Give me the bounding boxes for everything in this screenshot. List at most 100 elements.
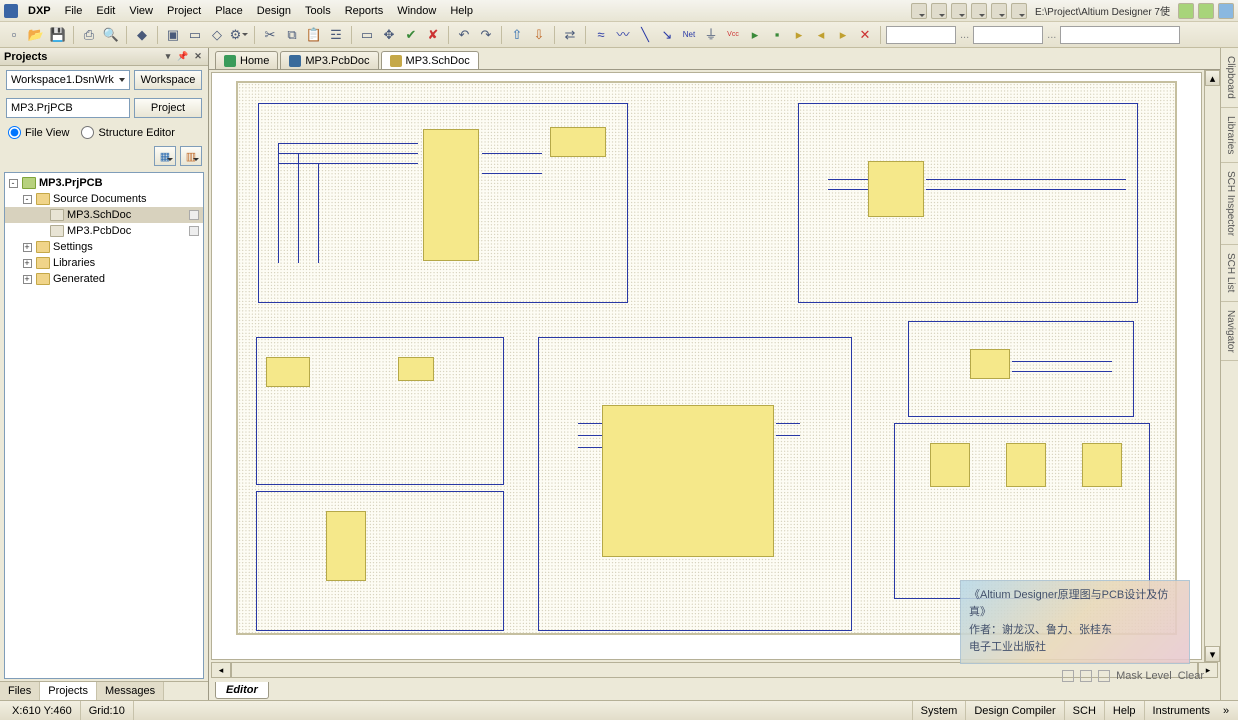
menu-project[interactable]: Project	[161, 3, 207, 19]
panel-tool-opts-icon[interactable]: ▥	[180, 146, 202, 166]
rdock-tab-libraries[interactable]: Libraries	[1221, 108, 1238, 163]
nav-fwd-icon[interactable]	[1198, 3, 1214, 19]
busentry-icon[interactable]: ╲	[635, 25, 655, 45]
menu-edit[interactable]: Edit	[90, 3, 121, 19]
project-button[interactable]: Project	[134, 98, 202, 118]
redo-icon[interactable]: ↷	[476, 25, 496, 45]
hierarchy-up-icon[interactable]: ⇧	[507, 25, 527, 45]
vertical-scrollbar[interactable]: ▴ ▾	[1204, 70, 1220, 662]
hierarchy-down-icon[interactable]: ⇩	[529, 25, 549, 45]
tree-node[interactable]: +Settings	[5, 239, 203, 255]
status-tab-design-compiler[interactable]: Design Compiler	[965, 701, 1063, 720]
noerc-icon[interactable]: ✕	[855, 25, 875, 45]
tree-node[interactable]: -MP3.PrjPCB	[5, 175, 203, 191]
doc-tab-home[interactable]: Home	[215, 51, 278, 69]
workspace-button[interactable]: Workspace	[134, 70, 202, 90]
mask-icon-1[interactable]	[1062, 670, 1074, 682]
new-icon[interactable]: ▫	[4, 25, 24, 45]
menu-file[interactable]: File	[59, 3, 89, 19]
net-icon[interactable]: Net	[679, 25, 699, 45]
print-icon[interactable]: ⎙	[79, 25, 99, 45]
port2-icon[interactable]: ▸	[833, 25, 853, 45]
line-dd-icon[interactable]	[971, 3, 987, 19]
paste-icon[interactable]: 📋	[304, 25, 324, 45]
stamp-icon[interactable]: ☲	[326, 25, 346, 45]
panel-tab-projects[interactable]: Projects	[40, 682, 97, 701]
workspace-combo[interactable]: Workspace1.DsnWrk	[6, 70, 130, 90]
mask-icon-2[interactable]	[1080, 670, 1092, 682]
preview-icon[interactable]: 🔍	[101, 25, 121, 45]
menu-place[interactable]: Place	[209, 3, 249, 19]
jump-input[interactable]	[973, 26, 1043, 44]
zoom-sel-icon[interactable]: ◇	[207, 25, 227, 45]
status-tab-sch[interactable]: SCH	[1064, 701, 1104, 720]
compile-icon[interactable]: ◆	[132, 25, 152, 45]
copy-icon[interactable]: ⧉	[282, 25, 302, 45]
grid-dd-icon[interactable]	[1011, 3, 1027, 19]
sheet-icon[interactable]: ▪	[767, 25, 787, 45]
wire-icon[interactable]: ≈	[591, 25, 611, 45]
menu-dxp[interactable]: DXP	[22, 3, 57, 19]
tree-node[interactable]: MP3.PcbDoc	[5, 223, 203, 239]
port-icon[interactable]: ◂	[811, 25, 831, 45]
rdock-tab-sch-list[interactable]: SCH List	[1221, 245, 1238, 301]
mask-icon-3[interactable]	[1098, 670, 1110, 682]
status-more-icon[interactable]: »	[1218, 705, 1234, 717]
panel-menu-icon[interactable]: ▾	[162, 51, 174, 63]
doc-tab-mp3-schdoc[interactable]: MP3.SchDoc	[381, 51, 479, 69]
schematic-sheet[interactable]	[236, 81, 1177, 635]
rdock-tab-sch-inspector[interactable]: SCH Inspector	[1221, 163, 1238, 245]
find-input[interactable]	[886, 26, 956, 44]
status-tab-system[interactable]: System	[912, 701, 966, 720]
recent-path[interactable]: E:\Project\Altium Designer 7使	[1031, 3, 1174, 18]
menu-design[interactable]: Design	[251, 3, 297, 19]
shape-dd-icon[interactable]	[991, 3, 1007, 19]
tree-node[interactable]: +Libraries	[5, 255, 203, 271]
select-rect-icon[interactable]: ▭	[357, 25, 377, 45]
radio-file-view[interactable]: File View	[8, 126, 69, 139]
crossprobe-icon[interactable]: ⇄	[560, 25, 580, 45]
panel-tool-restructure-icon[interactable]: ▦	[154, 146, 176, 166]
cut-icon[interactable]: ✂	[260, 25, 280, 45]
netlabel-icon[interactable]: ↘	[657, 25, 677, 45]
home-icon[interactable]	[1218, 3, 1234, 19]
panel-close-icon[interactable]: ✕	[192, 51, 204, 63]
panel-tab-messages[interactable]: Messages	[97, 682, 164, 700]
project-tree[interactable]: -MP3.PrjPCB-Source DocumentsMP3.SchDocMP…	[4, 172, 204, 679]
place-dd-icon[interactable]	[951, 3, 967, 19]
tree-node[interactable]: -Source Documents	[5, 191, 203, 207]
sheetentry-icon[interactable]: ▸	[789, 25, 809, 45]
part-icon[interactable]: ▸	[745, 25, 765, 45]
panel-tab-files[interactable]: Files	[0, 682, 40, 700]
zoom-area-icon[interactable]: ▭	[185, 25, 205, 45]
vcc-icon[interactable]: Vcc	[723, 25, 743, 45]
rdock-tab-clipboard[interactable]: Clipboard	[1221, 48, 1238, 108]
deselect-icon[interactable]: ✔	[401, 25, 421, 45]
gnd-icon[interactable]: ⏚	[701, 25, 721, 45]
scroll-down-icon[interactable]: ▾	[1205, 646, 1220, 662]
tree-node[interactable]: +Generated	[5, 271, 203, 287]
status-tab-instruments[interactable]: Instruments	[1144, 701, 1218, 720]
filter-input[interactable]	[1060, 26, 1180, 44]
menu-view[interactable]: View	[123, 3, 159, 19]
scroll-up-icon[interactable]: ▴	[1205, 70, 1220, 86]
nav-back-icon[interactable]	[1178, 3, 1194, 19]
editor-tab[interactable]: Editor	[215, 682, 269, 699]
align-dd-icon[interactable]	[931, 3, 947, 19]
menu-help[interactable]: Help	[444, 3, 479, 19]
horizontal-scrollbar[interactable]	[231, 662, 1198, 678]
menu-reports[interactable]: Reports	[339, 3, 390, 19]
move-icon[interactable]: ✥	[379, 25, 399, 45]
clear-icon[interactable]: ✘	[423, 25, 443, 45]
menu-window[interactable]: Window	[391, 3, 442, 19]
undo-icon[interactable]: ↶	[454, 25, 474, 45]
zoom-fit-icon[interactable]: ▣	[163, 25, 183, 45]
zoom-dd-icon[interactable]: ⚙	[229, 25, 249, 45]
project-field[interactable]: MP3.PrjPCB	[6, 98, 130, 118]
panel-pin-icon[interactable]: 📌	[177, 51, 189, 63]
menu-tools[interactable]: Tools	[299, 3, 337, 19]
schematic-canvas[interactable]	[211, 72, 1202, 660]
scroll-left-icon[interactable]: ◂	[211, 662, 231, 678]
doc-tab-mp3-pcbdoc[interactable]: MP3.PcbDoc	[280, 51, 378, 69]
bus-icon[interactable]: 〰	[613, 25, 633, 45]
